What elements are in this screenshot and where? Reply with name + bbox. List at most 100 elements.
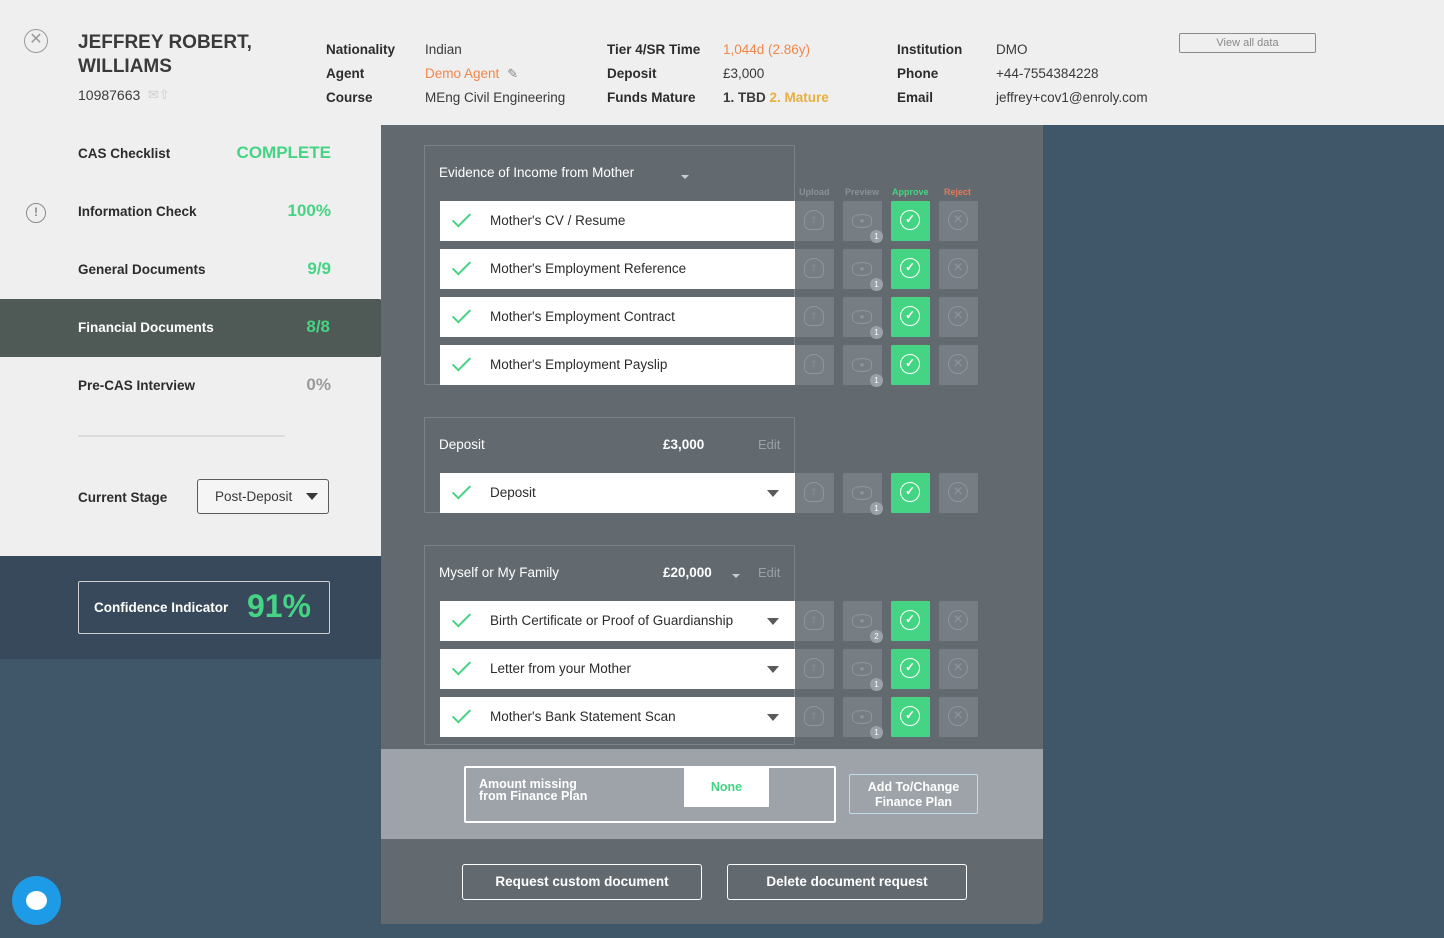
amount-missing-value: None bbox=[684, 768, 769, 807]
approve-button[interactable]: ✓ bbox=[891, 297, 930, 337]
preview-count-badge: 1 bbox=[870, 678, 883, 691]
approve-button[interactable]: ✓ bbox=[891, 601, 930, 641]
section-deposit-edit-link[interactable]: Edit bbox=[758, 437, 780, 452]
upload-button[interactable]: ↑ bbox=[795, 345, 834, 385]
cloud-upload-icon: ↑ bbox=[804, 482, 824, 502]
close-icon[interactable]: ✕ bbox=[24, 29, 48, 53]
document-row[interactable]: Birth Certificate or Proof of Guardiansh… bbox=[440, 601, 795, 641]
sidebar-item-cas-checklist[interactable]: CAS Checklist COMPLETE bbox=[0, 125, 381, 183]
document-row[interactable]: Mother's Employment Payslip bbox=[440, 345, 795, 385]
header-labels-col3: Institution Phone Email bbox=[897, 38, 962, 110]
check-circle-icon: ✓ bbox=[900, 306, 920, 326]
approve-button[interactable]: ✓ bbox=[891, 201, 930, 241]
column-preview-label: Preview bbox=[845, 187, 880, 197]
reject-button[interactable]: ✕ bbox=[939, 201, 978, 241]
check-icon bbox=[454, 211, 474, 223]
section-family-edit-link[interactable]: Edit bbox=[758, 565, 780, 580]
approve-button[interactable]: ✓ bbox=[891, 649, 930, 689]
document-row[interactable]: Mother's Employment Reference bbox=[440, 249, 795, 289]
preview-button[interactable]: ● 1 bbox=[843, 201, 883, 243]
preview-button[interactable]: ● 1 bbox=[843, 297, 883, 339]
amount-missing-label: Amount missing from Finance Plan bbox=[479, 778, 609, 803]
header-values-col1: Indian Demo Agent ✎ MEng Civil Engineerin… bbox=[425, 38, 565, 110]
preview-button[interactable]: ● 1 bbox=[843, 649, 883, 691]
upload-button[interactable]: ↑ bbox=[795, 649, 834, 689]
section-deposit-amount: £3,000 bbox=[663, 437, 705, 452]
view-all-data-button[interactable]: View all data bbox=[1179, 33, 1316, 53]
upload-button[interactable]: ↑ bbox=[795, 297, 834, 337]
upload-button[interactable]: ↑ bbox=[795, 249, 834, 289]
sidebar-item-information-check[interactable]: ! Information Check 100% bbox=[0, 183, 381, 241]
chat-bubble-icon bbox=[26, 891, 47, 910]
phone-label: Phone bbox=[897, 66, 939, 81]
section-family-title: Myself or My Family bbox=[439, 565, 560, 580]
reject-button[interactable]: ✕ bbox=[939, 473, 978, 513]
tier-time-value: 1,044d (2.86y) bbox=[723, 42, 811, 57]
funds-mature-label: Funds Mature bbox=[607, 90, 696, 105]
document-row[interactable]: Mother's Bank Statement Scan bbox=[440, 697, 795, 737]
agent-link[interactable]: Demo Agent bbox=[425, 66, 499, 81]
preview-button[interactable]: ● 1 bbox=[843, 473, 883, 515]
approve-button[interactable]: ✓ bbox=[891, 473, 930, 513]
chevron-down-icon[interactable] bbox=[681, 175, 689, 179]
document-row[interactable]: Deposit bbox=[440, 473, 795, 513]
preview-button[interactable]: ● 1 bbox=[843, 249, 883, 291]
preview-button[interactable]: ● 2 bbox=[843, 601, 883, 643]
mail-upload-icon[interactable]: ✉⇧ bbox=[148, 87, 170, 103]
upload-button[interactable]: ↑ bbox=[795, 473, 834, 513]
reject-button[interactable]: ✕ bbox=[939, 345, 978, 385]
document-name: Mother's Employment Payslip bbox=[490, 357, 668, 372]
confidence-label: Confidence Indicator bbox=[94, 600, 229, 615]
chevron-down-icon[interactable] bbox=[767, 666, 779, 673]
approve-button[interactable]: ✓ bbox=[891, 249, 930, 289]
finance-plan-btn-line1: Add To/Change bbox=[867, 780, 960, 794]
check-icon bbox=[454, 611, 474, 623]
student-id: 10987663 bbox=[78, 87, 141, 103]
tier-time-label: Tier 4/SR Time bbox=[607, 42, 701, 57]
column-upload-label: Upload bbox=[799, 187, 830, 197]
chat-launcher-button[interactable] bbox=[12, 876, 61, 925]
approve-button[interactable]: ✓ bbox=[891, 697, 930, 737]
approve-button[interactable]: ✓ bbox=[891, 345, 930, 385]
upload-button[interactable]: ↑ bbox=[795, 697, 834, 737]
sidebar-item-pre-cas-interview[interactable]: Pre-CAS Interview 0% bbox=[0, 357, 381, 415]
reject-button[interactable]: ✕ bbox=[939, 297, 978, 337]
edit-icon[interactable]: ✎ bbox=[507, 66, 518, 81]
finance-plan-band: Amount missing from Finance Plan None Ad… bbox=[381, 749, 1043, 839]
chevron-down-icon[interactable] bbox=[767, 618, 779, 625]
document-row[interactable]: Mother's CV / Resume bbox=[440, 201, 795, 241]
eye-icon: ● bbox=[852, 358, 872, 372]
course-label: Course bbox=[326, 90, 373, 105]
chevron-down-icon[interactable] bbox=[767, 490, 779, 497]
reject-button[interactable]: ✕ bbox=[939, 697, 978, 737]
upload-button[interactable]: ↑ bbox=[795, 201, 834, 241]
sidebar-item-value: 100% bbox=[287, 201, 331, 220]
preview-button[interactable]: ● 1 bbox=[843, 345, 883, 387]
add-change-finance-plan-button[interactable]: Add To/Change Finance Plan bbox=[849, 774, 978, 814]
sidebar-item-general-documents[interactable]: General Documents 9/9 bbox=[0, 241, 381, 299]
document-row[interactable]: Letter from your Mother bbox=[440, 649, 795, 689]
sidebar-item-value: COMPLETE bbox=[236, 143, 331, 162]
close-circle-icon: ✕ bbox=[948, 306, 968, 326]
confidence-value: 91% bbox=[246, 588, 311, 624]
upload-button[interactable]: ↑ bbox=[795, 601, 834, 641]
column-approve-label: Approve bbox=[892, 187, 929, 197]
reject-button[interactable]: ✕ bbox=[939, 649, 978, 689]
chevron-down-icon[interactable] bbox=[767, 714, 779, 721]
reject-button[interactable]: ✕ bbox=[939, 249, 978, 289]
search-alert-icon[interactable]: ! bbox=[26, 203, 46, 223]
section-income-title: Evidence of Income from Mother bbox=[439, 165, 635, 180]
preview-button[interactable]: ● 1 bbox=[843, 697, 883, 739]
sidebar-item-financial-documents[interactable]: Financial Documents 8/8 bbox=[0, 299, 409, 357]
section-family-amount: £20,000 bbox=[663, 565, 712, 580]
chevron-down-icon[interactable] bbox=[732, 574, 740, 578]
reject-button[interactable]: ✕ bbox=[939, 601, 978, 641]
agent-label: Agent bbox=[326, 66, 365, 81]
current-stage-select[interactable]: Post-Deposit bbox=[197, 479, 329, 514]
chevron-down-icon bbox=[306, 493, 318, 500]
check-circle-icon: ✓ bbox=[900, 706, 920, 726]
request-custom-document-button[interactable]: Request custom document bbox=[462, 864, 702, 900]
document-row[interactable]: Mother's Employment Contract bbox=[440, 297, 795, 337]
cloud-upload-icon: ↑ bbox=[804, 610, 824, 630]
delete-document-request-button[interactable]: Delete document request bbox=[727, 864, 967, 900]
